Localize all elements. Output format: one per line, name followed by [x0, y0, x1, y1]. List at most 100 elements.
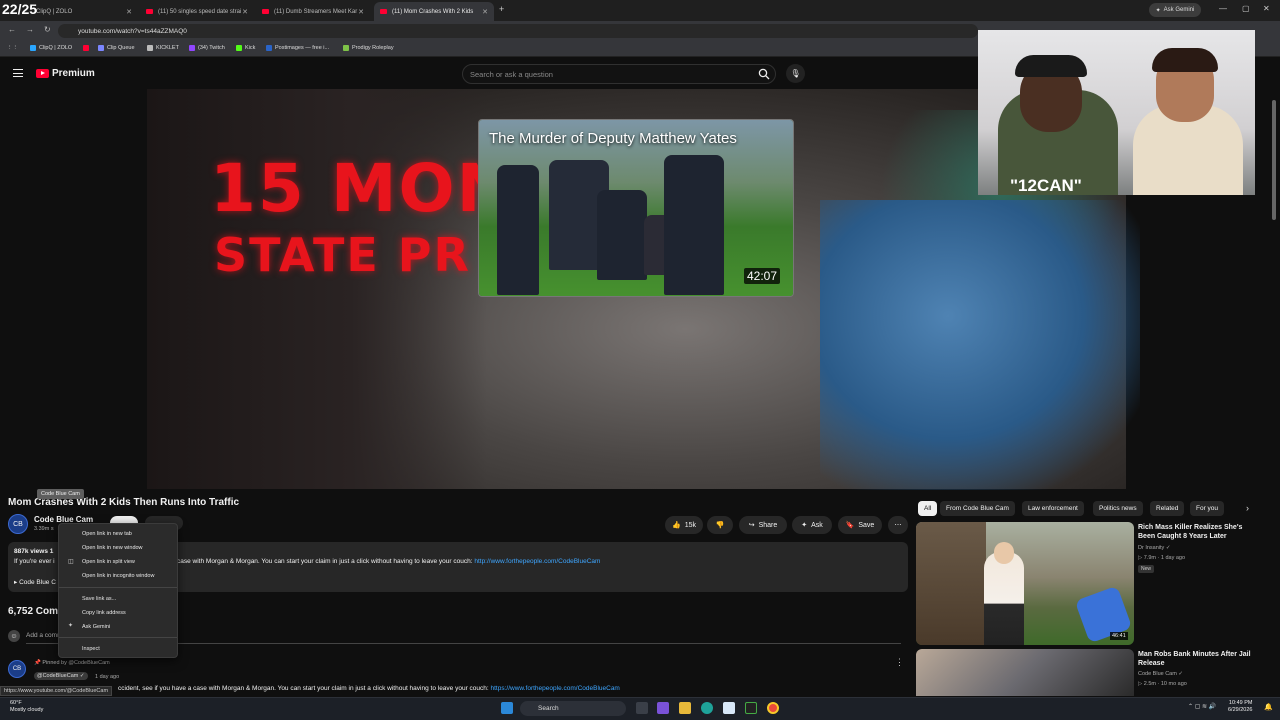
bookmark-kick[interactable]: Kick — [236, 45, 255, 51]
bookmark-youtube[interactable] — [83, 45, 92, 51]
bookmark-label: Prodigy Roleplay — [352, 45, 394, 51]
like-button[interactable]: 👍 15k — [665, 516, 703, 534]
notification-icon[interactable]: 🔔 — [1264, 703, 1273, 711]
bookmark-prodigy[interactable]: Prodigy Roleplay — [343, 45, 394, 51]
ask-gemini-button[interactable]: ✦ Ask Gemini — [1149, 3, 1201, 17]
weather-widget[interactable]: 60°F Mostly cloudy — [10, 700, 43, 714]
tab-mom-crashes[interactable]: (11) Mom Crashes With 2 Kids ✕ — [374, 2, 494, 21]
tab-dumb-streamers[interactable]: (11) Dumb Streamers Meet Kar ✕ — [256, 2, 370, 21]
close-window-icon[interactable]: ✕ — [1263, 4, 1270, 13]
new-tab-button[interactable]: + — [499, 4, 504, 14]
task-view-icon[interactable] — [636, 702, 648, 714]
ask-button[interactable]: ✦ Ask — [792, 516, 832, 534]
bookmark-postimages[interactable]: Postimages — free i... — [266, 45, 329, 51]
file-explorer-icon[interactable] — [679, 702, 691, 714]
menu-inspect[interactable]: Inspect — [82, 646, 100, 652]
channel-avatar[interactable]: CB — [8, 514, 28, 534]
maximize-icon[interactable]: ▢ — [1242, 4, 1250, 13]
chrome-icon[interactable] — [767, 702, 779, 714]
copilot-icon[interactable] — [657, 702, 669, 714]
clock-time: 10:49 PM — [1228, 700, 1253, 706]
bookmark-twitch[interactable]: (34) Twitch — [189, 45, 225, 51]
back-icon[interactable]: ← — [8, 25, 16, 34]
edge-icon[interactable] — [701, 702, 713, 714]
bookmark-kicklet[interactable]: KICKLET — [147, 45, 179, 51]
reload-icon[interactable]: ↻ — [44, 25, 51, 34]
menu-divider — [59, 637, 177, 638]
save-button[interactable]: 🔖 Save — [838, 516, 882, 534]
search-icon[interactable] — [758, 68, 770, 80]
close-icon[interactable]: ✕ — [482, 8, 488, 16]
split-view-icon: ◫ — [68, 559, 74, 565]
thumbnail-figure — [597, 190, 647, 280]
comment-link[interactable]: https://www.forthepeople.com/CodeBlueCam — [491, 685, 620, 692]
related-thumbnail[interactable] — [916, 649, 1134, 696]
chevron-right-icon[interactable]: › — [1246, 503, 1249, 513]
logo-text: Premium — [52, 68, 95, 79]
close-icon[interactable]: ✕ — [126, 8, 132, 16]
webcam-person-right — [1152, 48, 1218, 72]
player-backdrop — [820, 200, 1140, 490]
system-tray-icons[interactable]: ⌃ ▢ ≋ 🔊 — [1188, 703, 1216, 710]
bookmark-label: Postimages — free i... — [275, 45, 330, 51]
more-actions-button[interactable]: ⋯ — [888, 516, 908, 534]
related-title[interactable]: Rich Mass Killer Realizes She's Been Cau… — [1138, 523, 1258, 541]
search-input[interactable]: Search or ask a question — [462, 64, 776, 84]
menu-open-new-window[interactable]: Open link in new window — [82, 545, 143, 551]
url-text: youtube.com/watch?v=ts44aZZMAQ0 — [78, 27, 187, 35]
related-title[interactable]: Man Robs Bank Minutes After Jail Release — [1138, 650, 1258, 668]
related-thumbnail[interactable] — [916, 522, 1134, 645]
bookmark-clipq[interactable]: ClipQ | ZOLO — [30, 45, 72, 51]
bookmark-icon: 🔖 — [845, 522, 855, 529]
minimize-icon[interactable]: — — [1219, 4, 1227, 13]
description-link[interactable]: http://www.forthepeople.com/CodeBlueCam — [474, 558, 600, 565]
share-button[interactable]: ↪ Share — [739, 516, 787, 534]
close-icon[interactable]: ✕ — [358, 8, 364, 16]
chip-for-you[interactable]: For you — [1190, 501, 1225, 516]
share-label: Share — [758, 521, 778, 529]
overlay-counter: 22/25 — [2, 1, 38, 17]
comment-menu-icon[interactable]: ⋮ — [895, 657, 904, 668]
menu-open-incognito[interactable]: Open link in incognito window — [82, 573, 154, 579]
scrollbar[interactable] — [1272, 100, 1276, 220]
apps-icon[interactable]: ⋮⋮ — [7, 45, 18, 51]
menu-icon[interactable] — [13, 69, 23, 77]
menu-open-new-tab[interactable]: Open link in new tab — [82, 531, 132, 537]
chip-related[interactable]: Related — [1150, 501, 1185, 516]
menu-open-split-view[interactable]: Open link in split view — [82, 559, 135, 565]
address-bar[interactable]: youtube.com/watch?v=ts44aZZMAQ0 — [58, 24, 978, 38]
bookmark-clip-queue[interactable]: Clip Queue — [98, 45, 135, 51]
windows-start-icon[interactable] — [501, 702, 513, 714]
comment-avatar[interactable]: CB — [8, 660, 26, 678]
menu-save-link[interactable]: Save link as... — [82, 596, 116, 602]
app-icon[interactable] — [745, 702, 757, 714]
dislike-button[interactable]: 👎 — [707, 516, 733, 534]
chip-all[interactable]: All — [918, 501, 938, 516]
taskbar-clock[interactable]: 10:49 PM 6/29/2026 — [1228, 700, 1252, 714]
store-icon[interactable] — [723, 702, 735, 714]
chip-law-enforcement[interactable]: Law enforcement — [1022, 501, 1084, 516]
related-channel[interactable]: Dr Insanity ✓ — [1138, 545, 1170, 551]
close-icon[interactable]: ✕ — [242, 8, 248, 16]
tab-label: (11) Dumb Streamers Meet Kar — [274, 8, 358, 15]
taskbar-search-label: Search — [538, 705, 559, 712]
description-text: If you're ever i — [14, 558, 55, 565]
comment-author-chip[interactable]: @CodeBlueCam ✓ — [34, 672, 88, 680]
endscreen-video-card[interactable]: The Murder of Deputy Matthew Yates 42:07 — [478, 119, 794, 297]
related-meta: ▷ 2.5m · 10 mo ago — [1138, 681, 1187, 687]
chip-from-code-blue-cam[interactable]: From Code Blue Cam — [940, 501, 1015, 516]
youtube-logo[interactable]: Premium — [36, 68, 95, 79]
menu-ask-gemini[interactable]: Ask Gemini — [82, 624, 110, 630]
related-channel[interactable]: Code Blue Cam ✓ — [1138, 671, 1183, 677]
description-line: case with Morgan & Morgan. You can start… — [177, 558, 475, 565]
bookmark-label: ClipQ | ZOLO — [39, 45, 73, 51]
forward-icon[interactable]: → — [26, 25, 34, 34]
chip-politics-news[interactable]: Politics news — [1093, 501, 1143, 516]
webcam-overlay — [978, 30, 1255, 195]
menu-copy-link[interactable]: Copy link address — [82, 610, 126, 616]
tab-clipq[interactable]: ClipQ | ZOLO ✕ — [30, 2, 138, 21]
taskbar-search[interactable]: Search — [520, 701, 626, 716]
pinned-by-text: Pinned by @CodeBlueCam — [42, 660, 110, 666]
tab-speed-date[interactable]: (11) 50 singles speed date strai ✕ — [140, 2, 254, 21]
mic-icon[interactable]: 🎙 — [786, 64, 805, 83]
